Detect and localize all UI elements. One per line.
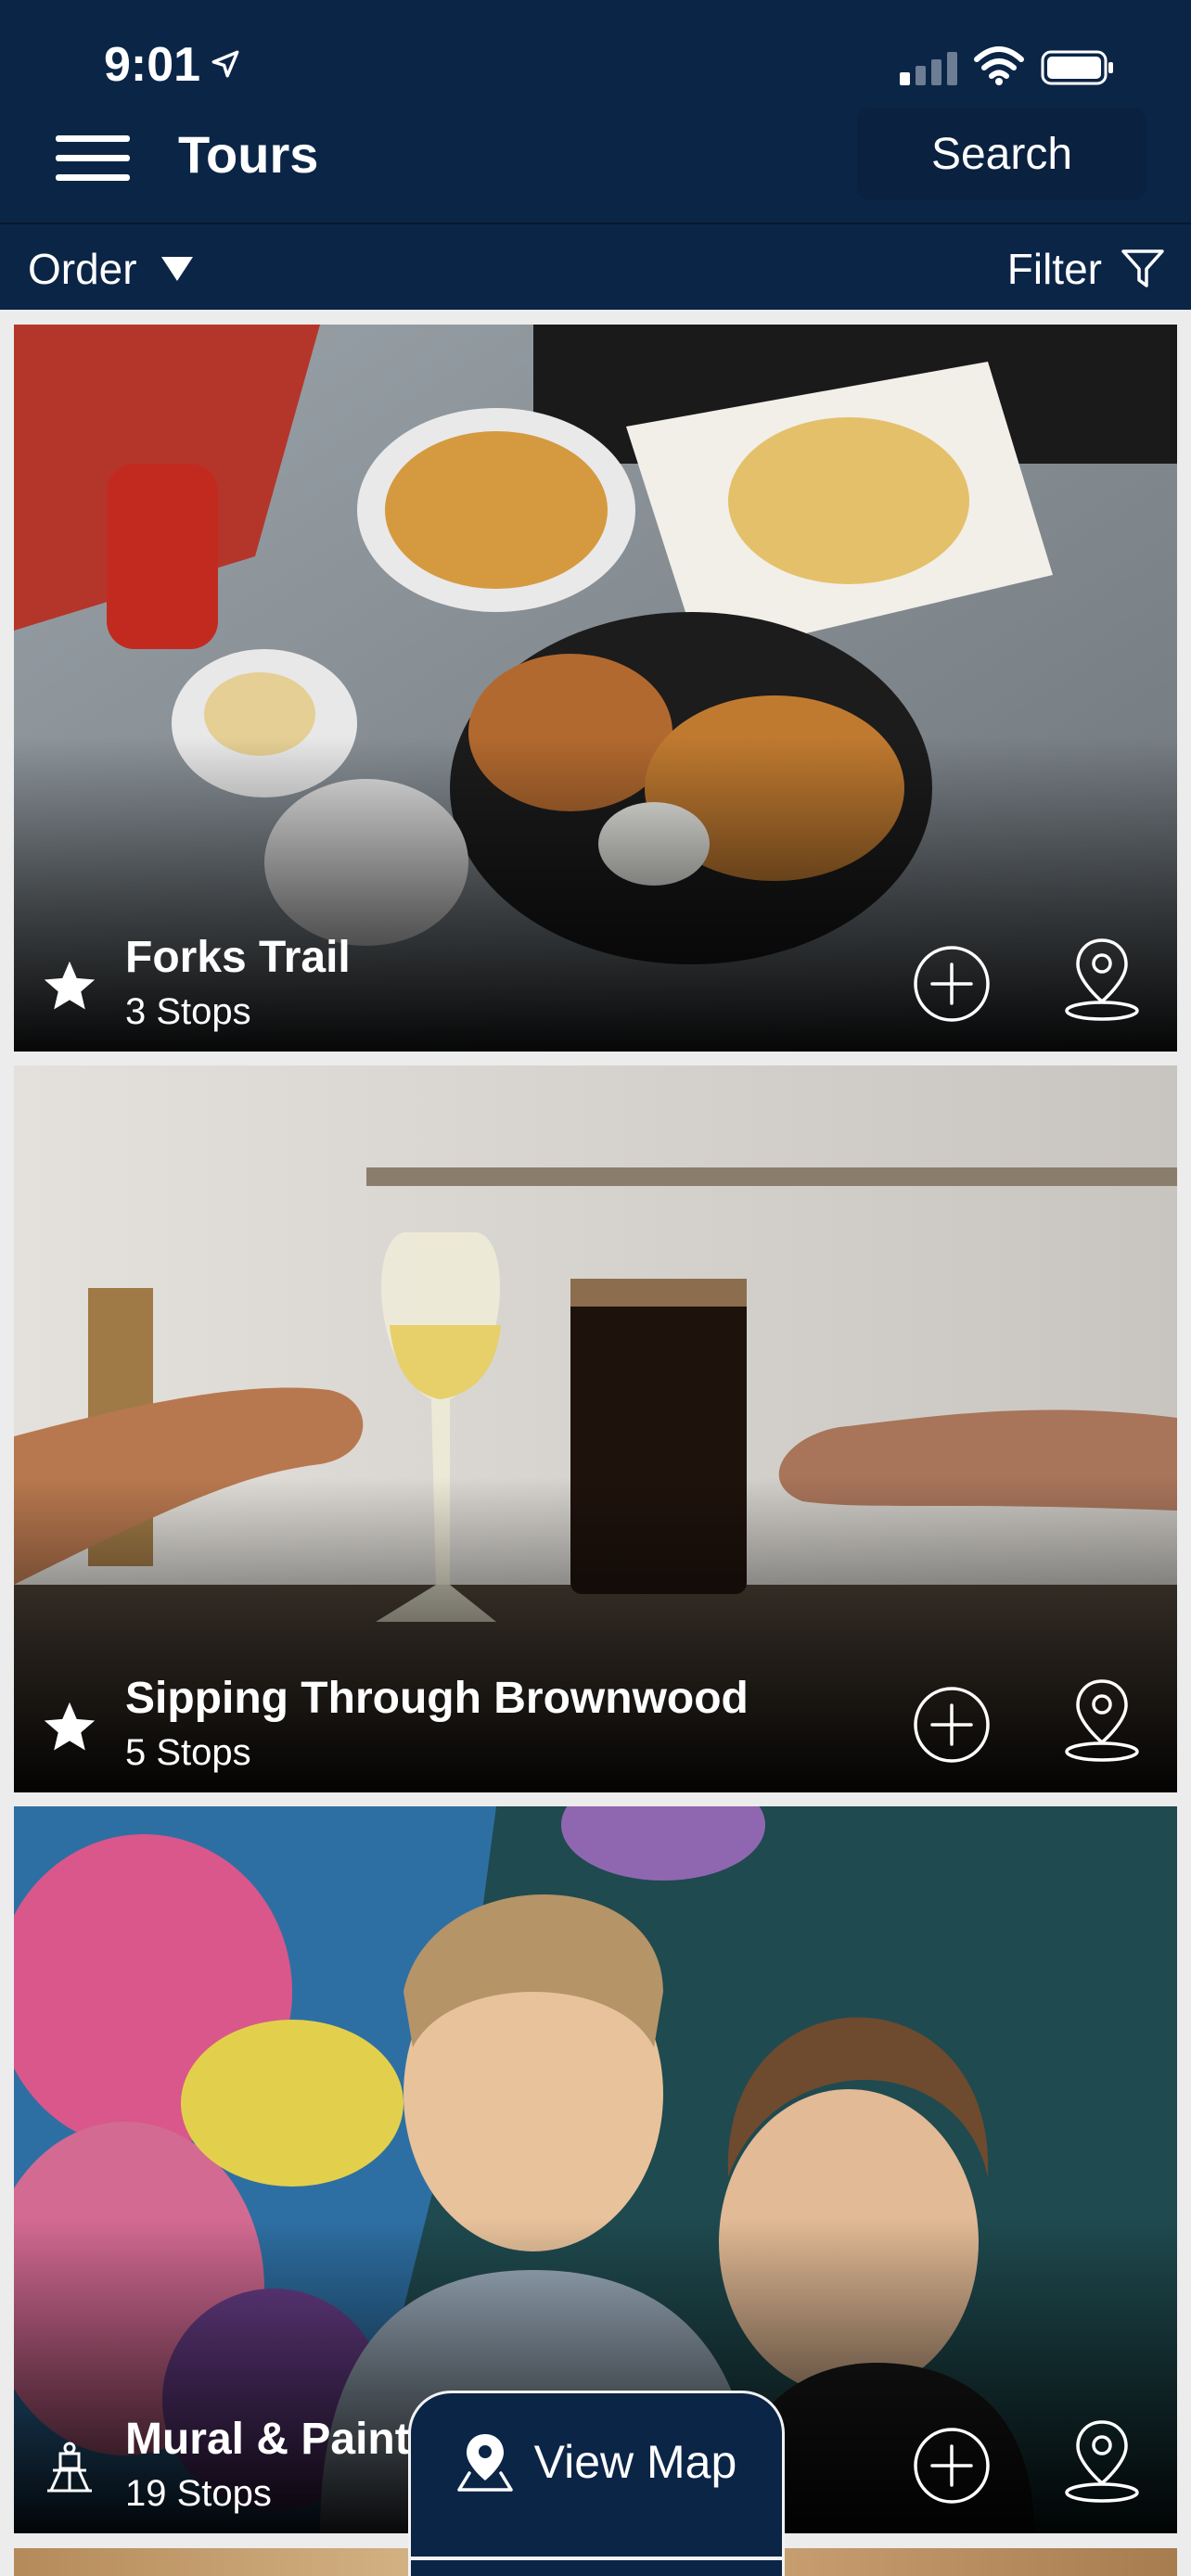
tour-stops: 19 Stops bbox=[125, 2473, 272, 2514]
sculpture-icon bbox=[47, 2442, 92, 2493]
page-title: Tours bbox=[178, 125, 319, 184]
map-pin-icon bbox=[456, 2434, 513, 2492]
wifi-icon bbox=[974, 46, 1024, 85]
status-time: 9:01 bbox=[104, 38, 201, 92]
tour-stops: 5 Stops bbox=[125, 1732, 251, 1773]
hamburger-icon-line bbox=[56, 155, 130, 161]
hamburger-icon-line bbox=[56, 174, 130, 181]
filter-button[interactable]: Filter bbox=[1007, 241, 1165, 297]
hamburger-icon-line bbox=[56, 135, 130, 142]
order-label: Order bbox=[28, 245, 137, 293]
map-pin-icon[interactable] bbox=[1062, 935, 1142, 1024]
status-bar: 9:01 bbox=[0, 0, 1191, 102]
app-header: 9:01 Tours Search bbox=[0, 0, 1191, 223]
map-pin-icon[interactable] bbox=[1062, 1676, 1142, 1765]
tour-title: Mural & Paint bbox=[125, 2415, 410, 2464]
search-button[interactable]: Search bbox=[857, 108, 1146, 200]
tour-title: Forks Trail bbox=[125, 933, 351, 982]
caret-down-icon bbox=[160, 257, 193, 281]
tour-card[interactable]: Forks Trail 3 Stops bbox=[14, 325, 1177, 1052]
view-map-label: View Map bbox=[533, 2436, 737, 2488]
filter-label: Filter bbox=[1006, 245, 1102, 293]
location-arrow-icon bbox=[211, 50, 239, 78]
add-circle-icon[interactable] bbox=[912, 944, 992, 1024]
nav-bar: Tours Search bbox=[0, 102, 1191, 213]
add-circle-icon[interactable] bbox=[912, 2426, 992, 2506]
menu-button[interactable] bbox=[52, 121, 135, 191]
tour-stops: 3 Stops bbox=[125, 991, 251, 1032]
map-pin-icon[interactable] bbox=[1062, 2417, 1142, 2506]
add-circle-icon[interactable] bbox=[912, 1685, 992, 1765]
star-icon bbox=[44, 961, 96, 1010]
filter-funnel-icon bbox=[1121, 249, 1164, 287]
cellular-signal-icon bbox=[900, 52, 957, 85]
view-map-button[interactable]: View Map bbox=[408, 2391, 785, 2576]
divider bbox=[411, 2557, 782, 2560]
tour-title: Sipping Through Brownwood bbox=[125, 1674, 749, 1723]
star-icon bbox=[44, 1702, 96, 1751]
tour-card[interactable]: Sipping Through Brownwood 5 Stops bbox=[14, 1065, 1177, 1792]
order-button[interactable]: Order bbox=[28, 241, 193, 297]
battery-icon bbox=[1041, 50, 1113, 85]
sort-filter-bar: Order Filter bbox=[0, 223, 1191, 310]
